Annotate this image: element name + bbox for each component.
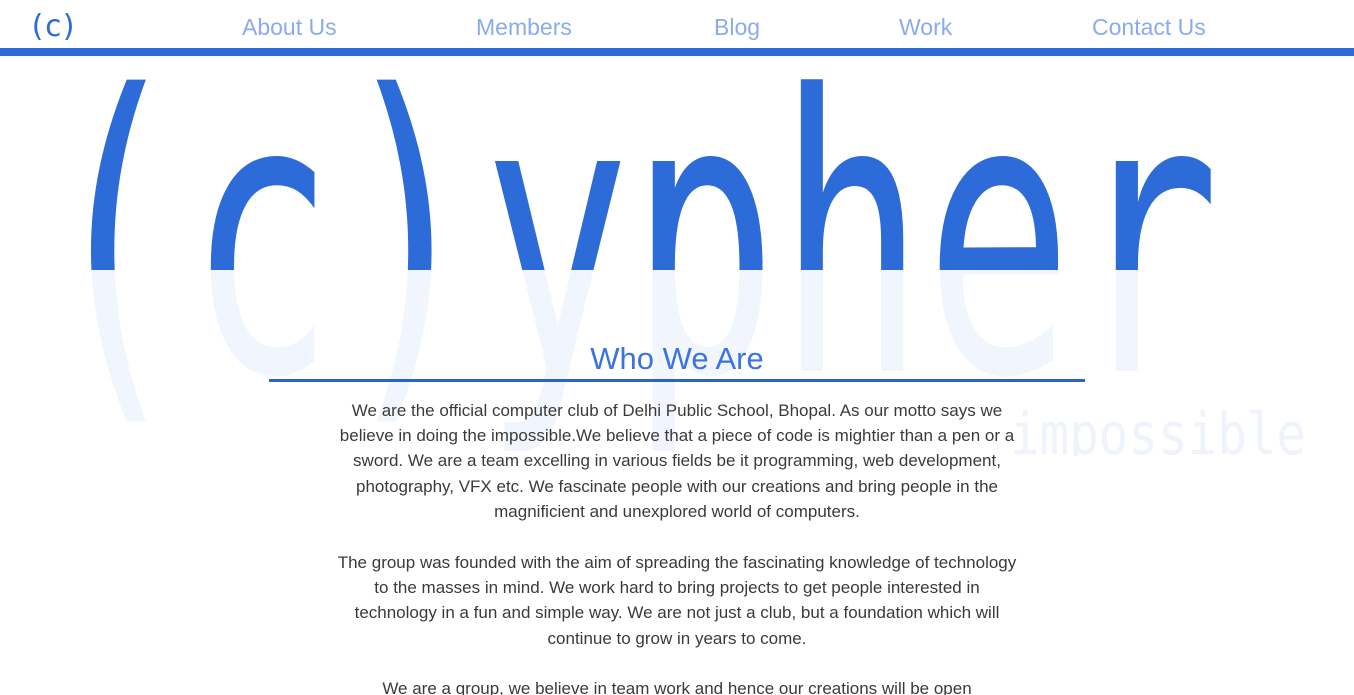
page: (c) About Us Members Blog Work Contact U… xyxy=(0,0,1354,695)
nav-link-work[interactable]: Work xyxy=(899,11,952,43)
nav-divider xyxy=(0,48,1354,56)
about-paragraph-2: The group was founded with the aim of sp… xyxy=(337,553,1017,648)
top-nav: (c) About Us Members Blog Work Contact U… xyxy=(0,0,1354,48)
section-title: Who We Are xyxy=(590,341,764,376)
nav-link-about-us[interactable]: About Us xyxy=(242,11,337,43)
hero-wordmark: (c)ypher (c)ypher impossible xyxy=(40,56,1306,456)
about-paragraph-3: We are a group, we believe in team work … xyxy=(382,679,972,695)
nav-link-contact-us[interactable]: Contact Us xyxy=(1092,11,1206,43)
nav-link-blog[interactable]: Blog xyxy=(714,11,760,43)
nav-link-members[interactable]: Members xyxy=(476,11,572,43)
about-paragraph-1: We are the official computer club of Del… xyxy=(339,401,1015,521)
logo-link[interactable]: (c) xyxy=(28,9,78,45)
impossible-watermark: impossible xyxy=(1010,400,1306,456)
section-title-underline xyxy=(269,379,1085,382)
